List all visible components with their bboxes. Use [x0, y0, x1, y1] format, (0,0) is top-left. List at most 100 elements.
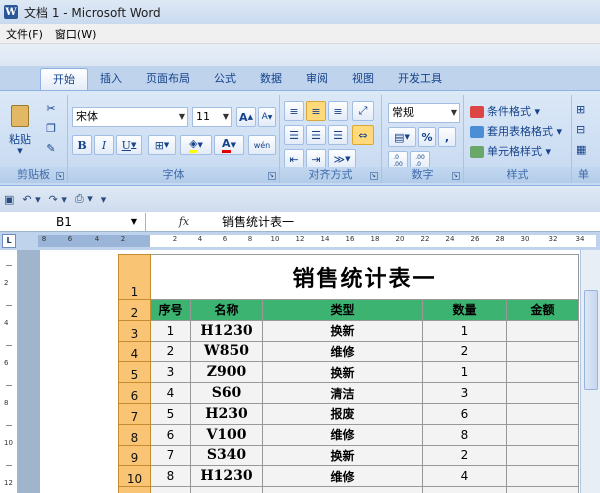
row-number[interactable]: 3 — [118, 319, 151, 342]
empty-cell[interactable] — [262, 486, 423, 493]
menu-file[interactable]: 文件(F) — [0, 26, 49, 42]
paste-button[interactable]: 粘贴 ▼ — [4, 99, 36, 161]
format-painter-button[interactable]: ✎ — [42, 139, 60, 157]
row-number[interactable]: 7 — [118, 402, 151, 425]
tab-insert[interactable]: 插入 — [88, 68, 134, 90]
align-left-button[interactable]: ☰ — [284, 125, 304, 145]
cell-name[interactable]: H230 — [190, 402, 263, 425]
row-number[interactable]: 4 — [118, 340, 151, 363]
format-cells-icon[interactable]: ▦ — [576, 143, 586, 156]
cell-styles-button[interactable]: 单元格样式 ▾ — [470, 143, 551, 159]
row-number[interactable]: 5 — [118, 361, 151, 384]
save-icon[interactable]: ▣ — [4, 193, 14, 206]
cell-type[interactable]: 换新 — [262, 319, 423, 342]
word-app-icon[interactable]: W — [4, 5, 18, 19]
cell-name[interactable]: H1230 — [190, 319, 263, 342]
function-icon[interactable]: fx — [146, 215, 222, 228]
row-number[interactable]: 11 — [118, 486, 151, 493]
empty-cell[interactable] — [150, 486, 191, 493]
redo-icon[interactable]: ↷ ▾ — [49, 193, 67, 206]
cell-name[interactable]: S340 — [190, 444, 263, 467]
delete-cells-icon[interactable]: ⊟ — [576, 123, 585, 136]
italic-button[interactable]: I — [94, 135, 114, 155]
row-number[interactable]: 2 — [118, 299, 151, 321]
tab-view[interactable]: 视图 — [340, 68, 386, 90]
cell-amount[interactable] — [505, 340, 580, 363]
vertical-scrollbar[interactable] — [580, 250, 600, 493]
cell-index[interactable]: 1 — [150, 319, 191, 342]
cell-quantity[interactable]: 4 — [422, 465, 507, 488]
empty-cell[interactable] — [190, 486, 263, 493]
number-format-combo[interactable]: 常规 ▼ — [388, 103, 460, 123]
cell-type[interactable]: 维修 — [262, 340, 423, 363]
cell-quantity[interactable]: 6 — [422, 402, 507, 425]
align-top-button[interactable]: ≡ — [284, 101, 304, 121]
percent-button[interactable]: % — [418, 127, 436, 147]
tab-page-layout[interactable]: 页面布局 — [134, 68, 202, 90]
cell-quantity[interactable]: 8 — [422, 423, 507, 446]
header-quantity[interactable]: 数量 — [422, 299, 507, 321]
tab-selector-icon[interactable]: L — [2, 234, 16, 248]
cell-index[interactable]: 3 — [150, 361, 191, 384]
print-preview-icon[interactable]: ⎙ ▾ — [75, 192, 93, 206]
text-direction-button[interactable]: ≫ ▼ — [328, 149, 356, 169]
font-name-combo[interactable]: 宋体 ▼ — [72, 107, 188, 127]
tab-home[interactable]: 开始 — [40, 68, 88, 90]
header-amount[interactable]: 金额 — [505, 299, 580, 321]
align-right-button[interactable]: ☰ — [328, 125, 348, 145]
cell-amount[interactable] — [505, 382, 580, 404]
insert-cells-icon[interactable]: ⊞ — [576, 103, 585, 116]
cell-name[interactable]: Z900 — [190, 361, 263, 384]
cell-name[interactable]: S60 — [190, 382, 263, 404]
cell-amount[interactable] — [505, 402, 580, 425]
table-title[interactable]: 销售统计表一 — [149, 254, 580, 300]
cell-type[interactable]: 报废 — [262, 402, 423, 425]
empty-cell[interactable] — [505, 486, 580, 493]
cell-type[interactable]: 清洁 — [262, 382, 423, 404]
clipboard-launcher-icon[interactable]: ↘ — [56, 172, 64, 180]
cell-name[interactable]: V100 — [190, 423, 263, 446]
header-name[interactable]: 名称 — [190, 299, 263, 321]
customize-toolbar-icon[interactable]: ▾ — [101, 193, 107, 206]
cell-type[interactable]: 维修 — [262, 465, 423, 488]
cell-index[interactable]: 6 — [150, 423, 191, 446]
cell-quantity[interactable]: 2 — [422, 444, 507, 467]
cell-quantity[interactable]: 2 — [422, 340, 507, 363]
cell-type[interactable]: 换新 — [262, 361, 423, 384]
undo-icon[interactable]: ↶ ▾ — [22, 193, 40, 206]
decrease-indent-button[interactable]: ⇤ — [284, 149, 304, 169]
font-color-button[interactable]: A ▼ — [214, 135, 244, 155]
cell-index[interactable]: 7 — [150, 444, 191, 467]
increase-indent-button[interactable]: ⇥ — [306, 149, 326, 169]
format-as-table-button[interactable]: 套用表格格式 ▾ — [470, 123, 562, 139]
cell-index[interactable]: 5 — [150, 402, 191, 425]
row-number[interactable]: 8 — [118, 423, 151, 446]
formula-content[interactable]: 销售统计表一 — [222, 213, 600, 230]
row-number[interactable]: 9 — [118, 444, 151, 467]
cell-amount[interactable] — [505, 361, 580, 384]
tab-formulas[interactable]: 公式 — [202, 68, 248, 90]
phonetic-button[interactable]: wén — [248, 135, 276, 155]
align-middle-button[interactable]: ≡ — [306, 101, 326, 121]
comma-button[interactable]: , — [438, 127, 456, 147]
fill-color-button[interactable]: ◈ ▼ — [180, 135, 212, 155]
cell-amount[interactable] — [505, 465, 580, 488]
cell-quantity[interactable]: 3 — [422, 382, 507, 404]
scrollbar-thumb[interactable] — [584, 290, 598, 390]
cell-amount[interactable] — [505, 423, 580, 446]
merge-center-button[interactable]: ⇔ — [352, 125, 374, 145]
row-number[interactable]: 10 — [118, 465, 151, 488]
cell-amount[interactable] — [505, 444, 580, 467]
grow-font-button[interactable]: A ▲ — [236, 107, 256, 127]
empty-cell[interactable] — [422, 486, 507, 493]
tab-review[interactable]: 审阅 — [294, 68, 340, 90]
row-number[interactable]: 1 — [118, 254, 151, 300]
number-launcher-icon[interactable]: ↘ — [452, 172, 460, 180]
header-index[interactable]: 序号 — [150, 299, 191, 321]
font-launcher-icon[interactable]: ↘ — [268, 172, 276, 180]
orientation-button[interactable]: ⤢ — [352, 101, 374, 121]
menu-window[interactable]: 窗口(W) — [49, 26, 102, 42]
cell-quantity[interactable]: 1 — [422, 319, 507, 342]
cell-amount[interactable] — [505, 319, 580, 342]
cell-index[interactable]: 2 — [150, 340, 191, 363]
